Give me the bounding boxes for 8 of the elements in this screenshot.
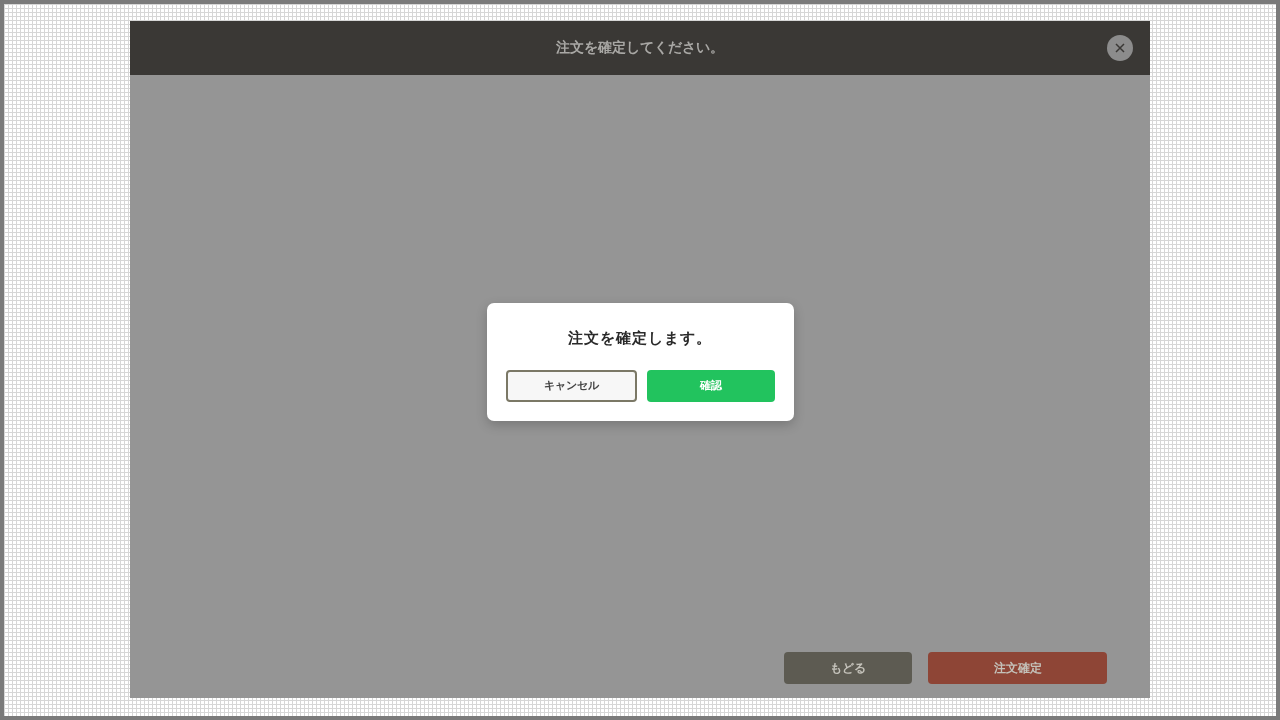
window-title: 注文を確定してください。 [556, 39, 724, 57]
back-button[interactable]: もどる [784, 652, 912, 684]
order-confirm-button[interactable]: 注文確定 [928, 652, 1107, 684]
close-icon [1115, 43, 1125, 53]
cancel-button[interactable]: キャンセル [505, 369, 637, 402]
dialog-message: 注文を確定します。 [568, 328, 712, 348]
close-button[interactable] [1107, 35, 1133, 61]
confirm-button[interactable]: 確認 [647, 369, 775, 402]
